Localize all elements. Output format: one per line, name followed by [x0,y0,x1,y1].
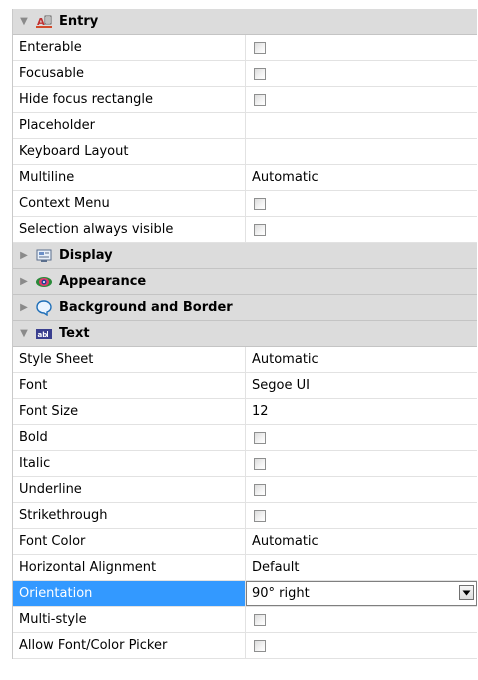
prop-label: Placeholder [13,113,246,138]
expanded-triangle-icon[interactable]: ▼ [15,16,33,27]
style-sheet-value[interactable]: Automatic [246,347,477,372]
hide-focus-rectangle-checkbox[interactable] [254,93,266,106]
section-title: Background and Border [59,300,233,315]
prop-row-placeholder[interactable]: Placeholder [13,113,477,139]
prop-label: Font Size [13,399,246,424]
section-text[interactable]: ▼ ab Text [13,321,477,347]
prop-label: Font [13,373,246,398]
prop-row-italic[interactable]: Italic [13,451,477,477]
selection-always-visible-checkbox[interactable] [254,223,266,236]
multi-style-checkbox[interactable] [254,613,266,626]
font-color-value[interactable]: Automatic [246,529,477,554]
svg-text:A: A [37,17,45,28]
prop-label: Orientation [13,581,246,606]
bold-checkbox[interactable] [254,431,266,444]
background-border-icon [35,299,53,316]
svg-text:ab: ab [38,331,48,339]
prop-row-strikethrough[interactable]: Strikethrough [13,503,477,529]
prop-label: Style Sheet [13,347,246,372]
prop-label: Focusable [13,61,246,86]
context-menu-checkbox[interactable] [254,197,266,210]
dropdown-arrow-button[interactable] [459,585,474,600]
prop-label: Allow Font/Color Picker [13,633,246,658]
prop-label: Italic [13,451,246,476]
chevron-down-icon [462,590,471,595]
section-title: Entry [59,14,99,29]
prop-label: Multi-style [13,607,246,632]
prop-row-font-size[interactable]: Font Size 12 [13,399,477,425]
prop-row-font-color[interactable]: Font Color Automatic [13,529,477,555]
prop-label: Strikethrough [13,503,246,528]
prop-label: Selection always visible [13,217,246,242]
placeholder-value[interactable] [246,113,477,138]
section-title: Display [59,248,113,263]
italic-checkbox[interactable] [254,457,266,470]
section-entry[interactable]: ▼ A Entry [13,9,477,35]
prop-row-multi-style[interactable]: Multi-style [13,607,477,633]
entry-icon: A [35,14,53,30]
prop-row-bold[interactable]: Bold [13,425,477,451]
prop-row-selection-always-visible[interactable]: Selection always visible [13,217,477,243]
prop-row-multiline[interactable]: Multiline Automatic [13,165,477,191]
prop-row-context-menu[interactable]: Context Menu [13,191,477,217]
text-icon: ab [35,326,53,342]
horizontal-alignment-value[interactable]: Default [246,555,477,580]
prop-label: Bold [13,425,246,450]
prop-row-style-sheet[interactable]: Style Sheet Automatic [13,347,477,373]
prop-label: Hide focus rectangle [13,87,246,112]
multiline-value[interactable]: Automatic [246,165,477,190]
collapsed-triangle-icon[interactable]: ▶ [15,276,33,287]
section-appearance[interactable]: ▶ Appearance [13,269,477,295]
section-background-and-border[interactable]: ▶ Background and Border [13,295,477,321]
prop-label: Enterable [13,35,246,60]
enterable-checkbox[interactable] [254,41,266,54]
orientation-dropdown[interactable]: 90° right [246,581,477,606]
prop-label: Font Color [13,529,246,554]
prop-label: Keyboard Layout [13,139,246,164]
display-icon [35,248,53,264]
prop-row-underline[interactable]: Underline [13,477,477,503]
keyboard-layout-value[interactable] [246,139,477,164]
prop-row-enterable[interactable]: Enterable [13,35,477,61]
font-size-value[interactable]: 12 [246,399,477,424]
prop-row-hide-focus-rectangle[interactable]: Hide focus rectangle [13,87,477,113]
prop-row-focusable[interactable]: Focusable [13,61,477,87]
prop-row-font[interactable]: Font Segoe UI [13,373,477,399]
prop-label: Context Menu [13,191,246,216]
expanded-triangle-icon[interactable]: ▼ [15,328,33,339]
collapsed-triangle-icon[interactable]: ▶ [15,250,33,261]
prop-row-allow-font-color-picker[interactable]: Allow Font/Color Picker [13,633,477,659]
prop-row-horizontal-alignment[interactable]: Horizontal Alignment Default [13,555,477,581]
section-title: Appearance [59,274,147,289]
underline-checkbox[interactable] [254,483,266,496]
section-title: Text [59,326,90,341]
orientation-value: 90° right [252,586,310,601]
allow-font-color-picker-checkbox[interactable] [254,639,266,652]
prop-label: Underline [13,477,246,502]
prop-row-orientation[interactable]: Orientation 90° right [13,581,477,607]
prop-label: Horizontal Alignment [13,555,246,580]
prop-label: Multiline [13,165,246,190]
prop-row-keyboard-layout[interactable]: Keyboard Layout [13,139,477,165]
focusable-checkbox[interactable] [254,67,266,80]
section-display[interactable]: ▶ Display [13,243,477,269]
property-list: ▼ A Entry Enterable Focusable Hide focus… [12,9,477,659]
strikethrough-checkbox[interactable] [254,509,266,522]
collapsed-triangle-icon[interactable]: ▶ [15,302,33,313]
appearance-icon [35,274,53,290]
font-value[interactable]: Segoe UI [246,373,477,398]
